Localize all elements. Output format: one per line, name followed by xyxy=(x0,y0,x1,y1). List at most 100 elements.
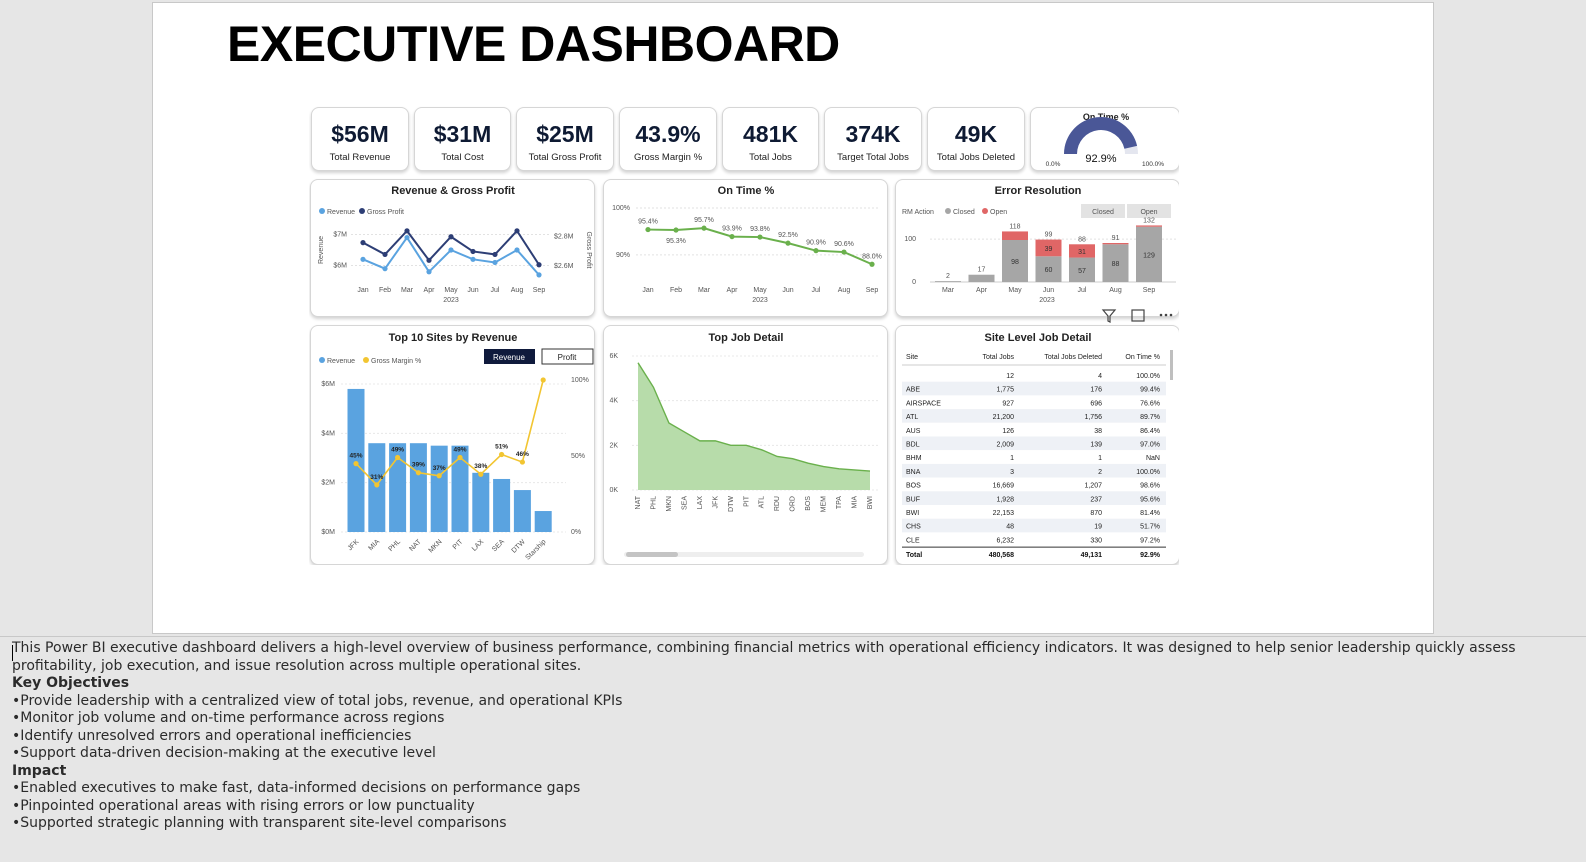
y-tick-label: 0% xyxy=(571,529,581,536)
gauge-max: 100.0% xyxy=(1142,161,1164,168)
bar-revenue xyxy=(472,472,490,532)
bar-revenue xyxy=(347,388,365,532)
impact-heading: Impact xyxy=(12,762,67,779)
y-axis-label: Revenue xyxy=(318,236,325,264)
x-tick-label: LAX xyxy=(697,496,704,510)
table-row xyxy=(902,450,1166,464)
data-point xyxy=(813,248,819,254)
table-row xyxy=(902,532,1166,547)
data-label: 49% xyxy=(391,447,404,454)
x-tick-label: PHL xyxy=(387,538,402,553)
kpi-card-total-cost: $31M Total Cost xyxy=(414,107,511,171)
x-tick-label: Jun xyxy=(1043,287,1054,294)
table-cell: BHM xyxy=(906,455,922,462)
data-label: 93.9% xyxy=(722,226,742,233)
x-tick-label: BOS xyxy=(805,496,812,511)
total-label: 91 xyxy=(1112,235,1120,242)
slide-canvas[interactable]: EXECUTIVE DASHBOARD $56M Total Revenue $… xyxy=(152,2,1434,634)
table-cell: 100.0% xyxy=(1136,373,1160,380)
table-cell: 48 xyxy=(1006,524,1014,531)
x-tick-label: Apr xyxy=(424,287,436,294)
y-tick-label: 100 xyxy=(904,236,916,243)
data-point xyxy=(757,234,763,240)
x-tick-label: PIT xyxy=(743,495,750,507)
table-cell: 100.0% xyxy=(1136,469,1160,476)
data-point xyxy=(448,247,454,253)
table-cell: 76.6% xyxy=(1140,400,1160,407)
data-point xyxy=(360,256,366,262)
visual-header-icons[interactable] xyxy=(1099,307,1179,325)
y-tick-label: $2M xyxy=(321,480,335,487)
total-cell: Total xyxy=(906,552,922,559)
table-cell: 19 xyxy=(1094,524,1102,531)
table-cell: 1 xyxy=(1010,455,1014,462)
y-tick-label: 2K xyxy=(609,442,618,449)
filter-icon[interactable] xyxy=(1101,309,1117,323)
error-resolution-chart: Error Resolution RM Action Closed Open Close… xyxy=(895,179,1179,317)
data-label: 95.3% xyxy=(666,238,686,245)
table-cell: 139 xyxy=(1090,442,1102,449)
kpi-value: 49K xyxy=(954,121,998,147)
data-point xyxy=(673,227,679,233)
y-tick-label: $2.6M xyxy=(554,263,574,270)
data-label: 45% xyxy=(349,453,362,460)
table-cell: 126 xyxy=(1002,428,1014,435)
bar-open xyxy=(1136,225,1162,227)
x-tick-label: JFK xyxy=(712,496,719,509)
site-level-table: Site Level Job Detail Site Total Jobs Total… xyxy=(895,325,1179,565)
x-group-label: 2023 xyxy=(752,297,768,304)
x-tick-label: May xyxy=(1008,287,1022,294)
x-tick-label: Feb xyxy=(379,287,391,294)
total-label: 17 xyxy=(978,267,986,274)
series-line xyxy=(362,235,540,276)
total-label: 99 xyxy=(1045,232,1053,239)
y-tick-label: $6M xyxy=(321,381,335,388)
y-tick-label: 100% xyxy=(571,377,589,384)
table-cell: ATL xyxy=(906,414,918,421)
focus-mode-icon[interactable] xyxy=(1131,309,1145,322)
total-cell: 480,568 xyxy=(989,552,1014,559)
segment-label: 88 xyxy=(1112,261,1120,268)
on-time-gauge: On Time % 92.9% 0.0% 100.0% xyxy=(1046,112,1165,168)
data-point xyxy=(492,259,498,266)
table-cell: BWI xyxy=(906,510,919,517)
impact-item: •Pinpointed operational areas with risin… xyxy=(12,797,475,814)
legend-label: Gross Margin % xyxy=(371,358,421,365)
x-tick-label: May xyxy=(444,287,458,294)
table-header: Site xyxy=(906,354,918,361)
table-cell: 89.7% xyxy=(1140,414,1160,421)
y-tick-label: 50% xyxy=(571,453,585,460)
table-cell: 99.4% xyxy=(1140,387,1160,394)
margin-point xyxy=(415,470,421,476)
x-tick-label: Mar xyxy=(698,287,711,294)
x-tick-label: SEA xyxy=(681,496,688,510)
gauge-min: 0.0% xyxy=(1046,161,1061,168)
slide-notes[interactable]: This Power BI executive dashboard delive… xyxy=(0,636,1586,862)
filter-button-label: Open xyxy=(1140,209,1157,216)
table-cell: 1,756 xyxy=(1084,414,1102,421)
total-cell: 49,131 xyxy=(1081,552,1103,559)
kpi-value: $56M xyxy=(331,121,389,147)
kpi-label: Total Cost xyxy=(441,152,484,163)
total-label: 132 xyxy=(1143,217,1155,224)
segment-label: 60 xyxy=(1045,267,1053,274)
filter-button-label: Closed xyxy=(1092,209,1114,216)
x-tick-label: SEA xyxy=(491,538,506,553)
total-label: 2 xyxy=(946,273,950,280)
kpi-card-total-gross-profit: $25M Total Gross Profit xyxy=(516,107,614,171)
data-label: 88.0% xyxy=(862,253,882,260)
x-tick-label: NAT xyxy=(635,495,642,509)
gauge-card-on-time: On Time % 92.9% 0.0% 100.0% xyxy=(1030,107,1179,171)
objectives-heading: Key Objectives xyxy=(12,675,130,691)
data-label: 38% xyxy=(474,463,487,470)
legend-marker xyxy=(945,208,951,214)
bar-revenue xyxy=(430,445,448,532)
data-point xyxy=(701,225,707,231)
x-tick-label: Feb xyxy=(670,287,682,294)
more-options-icon[interactable] xyxy=(1159,313,1163,317)
chart-title: Top 10 Sites by Revenue xyxy=(389,332,518,344)
x-tick-label: MKN xyxy=(428,538,444,554)
x-tick-label: Apr xyxy=(976,287,988,294)
data-point xyxy=(448,234,454,240)
data-point xyxy=(869,261,875,267)
